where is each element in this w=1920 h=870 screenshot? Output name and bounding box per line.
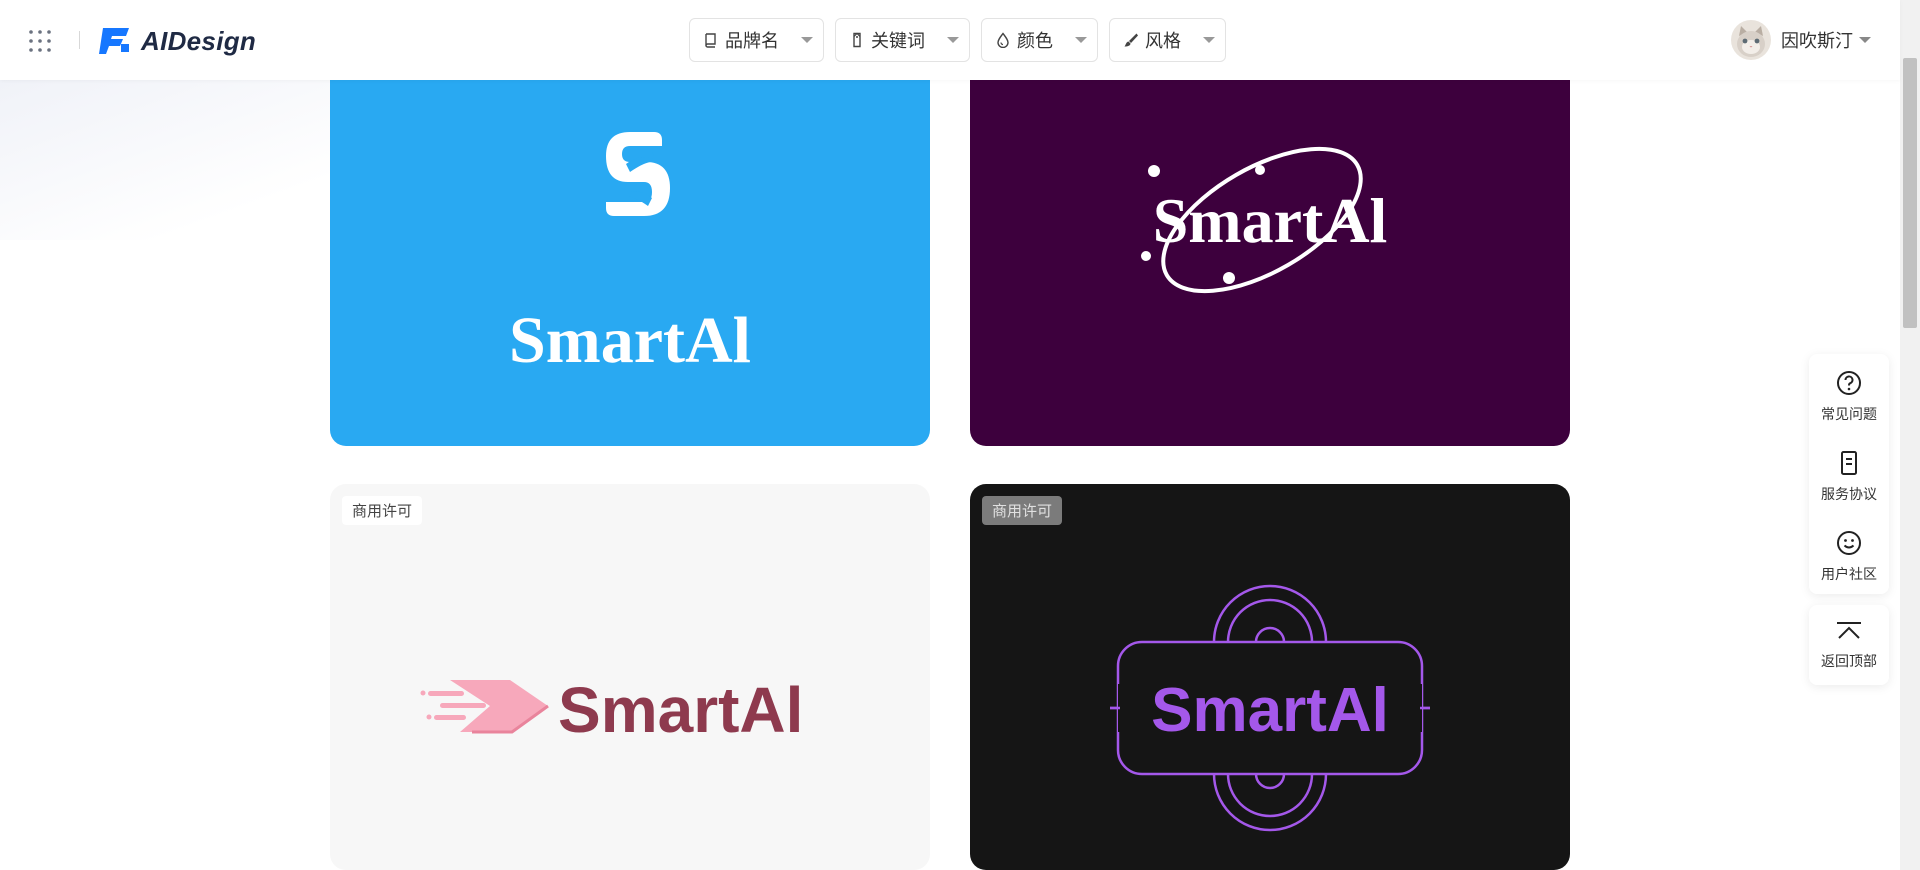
card-background xyxy=(330,60,930,446)
tag-icon xyxy=(853,32,861,48)
side-tool-label: 常见问题 xyxy=(1821,406,1877,422)
book-icon xyxy=(705,33,716,48)
chevron-down-icon xyxy=(1203,37,1215,43)
smile-icon xyxy=(1837,531,1861,555)
logo-mark-icon xyxy=(99,28,129,54)
chevron-down-icon xyxy=(801,37,813,43)
side-toolbar: 常见问题 服务协议 用户社区 xyxy=(1809,354,1889,594)
brand-name-text: SmartAl xyxy=(509,304,751,377)
filter-label: 品牌名 xyxy=(725,31,779,51)
filter-brand-name[interactable]: 品牌名 xyxy=(689,18,824,62)
document-icon xyxy=(1841,451,1857,475)
side-tool-label: 服务协议 xyxy=(1821,486,1877,502)
back-to-top-panel: 返回顶部 xyxy=(1809,605,1889,685)
filter-label: 颜色 xyxy=(1017,31,1053,51)
user-name: 因吹斯汀 xyxy=(1781,31,1853,51)
chevron-down-icon xyxy=(947,37,959,43)
app-grid-icon[interactable] xyxy=(28,29,52,53)
side-tool-label: 用户社区 xyxy=(1821,566,1877,582)
scrollbar-thumb[interactable] xyxy=(1903,58,1917,328)
service-agreement-button[interactable]: 服务协议 xyxy=(1809,440,1889,512)
drop-icon xyxy=(997,32,1009,48)
filter-bar: 品牌名 关键词 颜色 风格 xyxy=(689,18,1237,62)
commercial-license-badge: 商用许可 xyxy=(342,496,423,525)
app-logo[interactable]: AIDesign xyxy=(99,24,256,58)
faq-button[interactable]: 常见问题 xyxy=(1809,360,1889,432)
back-to-top-label: 返回顶部 xyxy=(1821,653,1877,669)
logo-card[interactable]: 商用许可 SmartAl xyxy=(330,484,930,870)
brand-name-text: SmartAl xyxy=(1153,185,1388,256)
logo-artwork: SmartAl xyxy=(330,484,930,870)
brand-name-text: SmartAl xyxy=(1151,676,1389,745)
filter-label: 风格 xyxy=(1145,31,1181,51)
chevron-down-icon xyxy=(1859,37,1871,43)
filter-style[interactable]: 风格 xyxy=(1109,18,1226,62)
user-community-button[interactable]: 用户社区 xyxy=(1809,520,1889,592)
commercial-license-badge: 商用许可 xyxy=(982,496,1063,525)
cat-avatar-icon xyxy=(1731,20,1771,60)
app-name: AIDesign xyxy=(141,25,257,56)
filter-label: 关键词 xyxy=(871,31,925,51)
back-to-top-button[interactable]: 返回顶部 xyxy=(1809,609,1889,681)
arrow-up-icon xyxy=(1837,622,1861,639)
brand-name-text: SmartAl xyxy=(558,674,803,746)
chevron-down-icon xyxy=(1075,37,1087,43)
logo-card[interactable]: 商用许可 SmartAl xyxy=(970,484,1570,870)
logo-card[interactable]: SmartAl xyxy=(330,60,930,446)
top-header: AIDesign 品牌名 关键词 颜色 风格 因吹斯汀 xyxy=(0,0,1900,80)
user-menu[interactable]: 因吹斯汀 xyxy=(1731,20,1871,60)
brush-icon xyxy=(1124,33,1138,47)
filter-color[interactable]: 颜色 xyxy=(981,18,1098,62)
filter-keyword[interactable]: 关键词 xyxy=(835,18,970,62)
help-circle-icon xyxy=(1837,371,1861,395)
avatar[interactable] xyxy=(1731,20,1771,60)
header-divider xyxy=(79,31,80,49)
logo-artwork: SmartAl xyxy=(970,484,1570,870)
logo-artwork: SmartAl xyxy=(970,60,1570,446)
logo-card[interactable]: SmartAl xyxy=(970,60,1570,446)
logo-artwork: SmartAl xyxy=(330,60,930,446)
